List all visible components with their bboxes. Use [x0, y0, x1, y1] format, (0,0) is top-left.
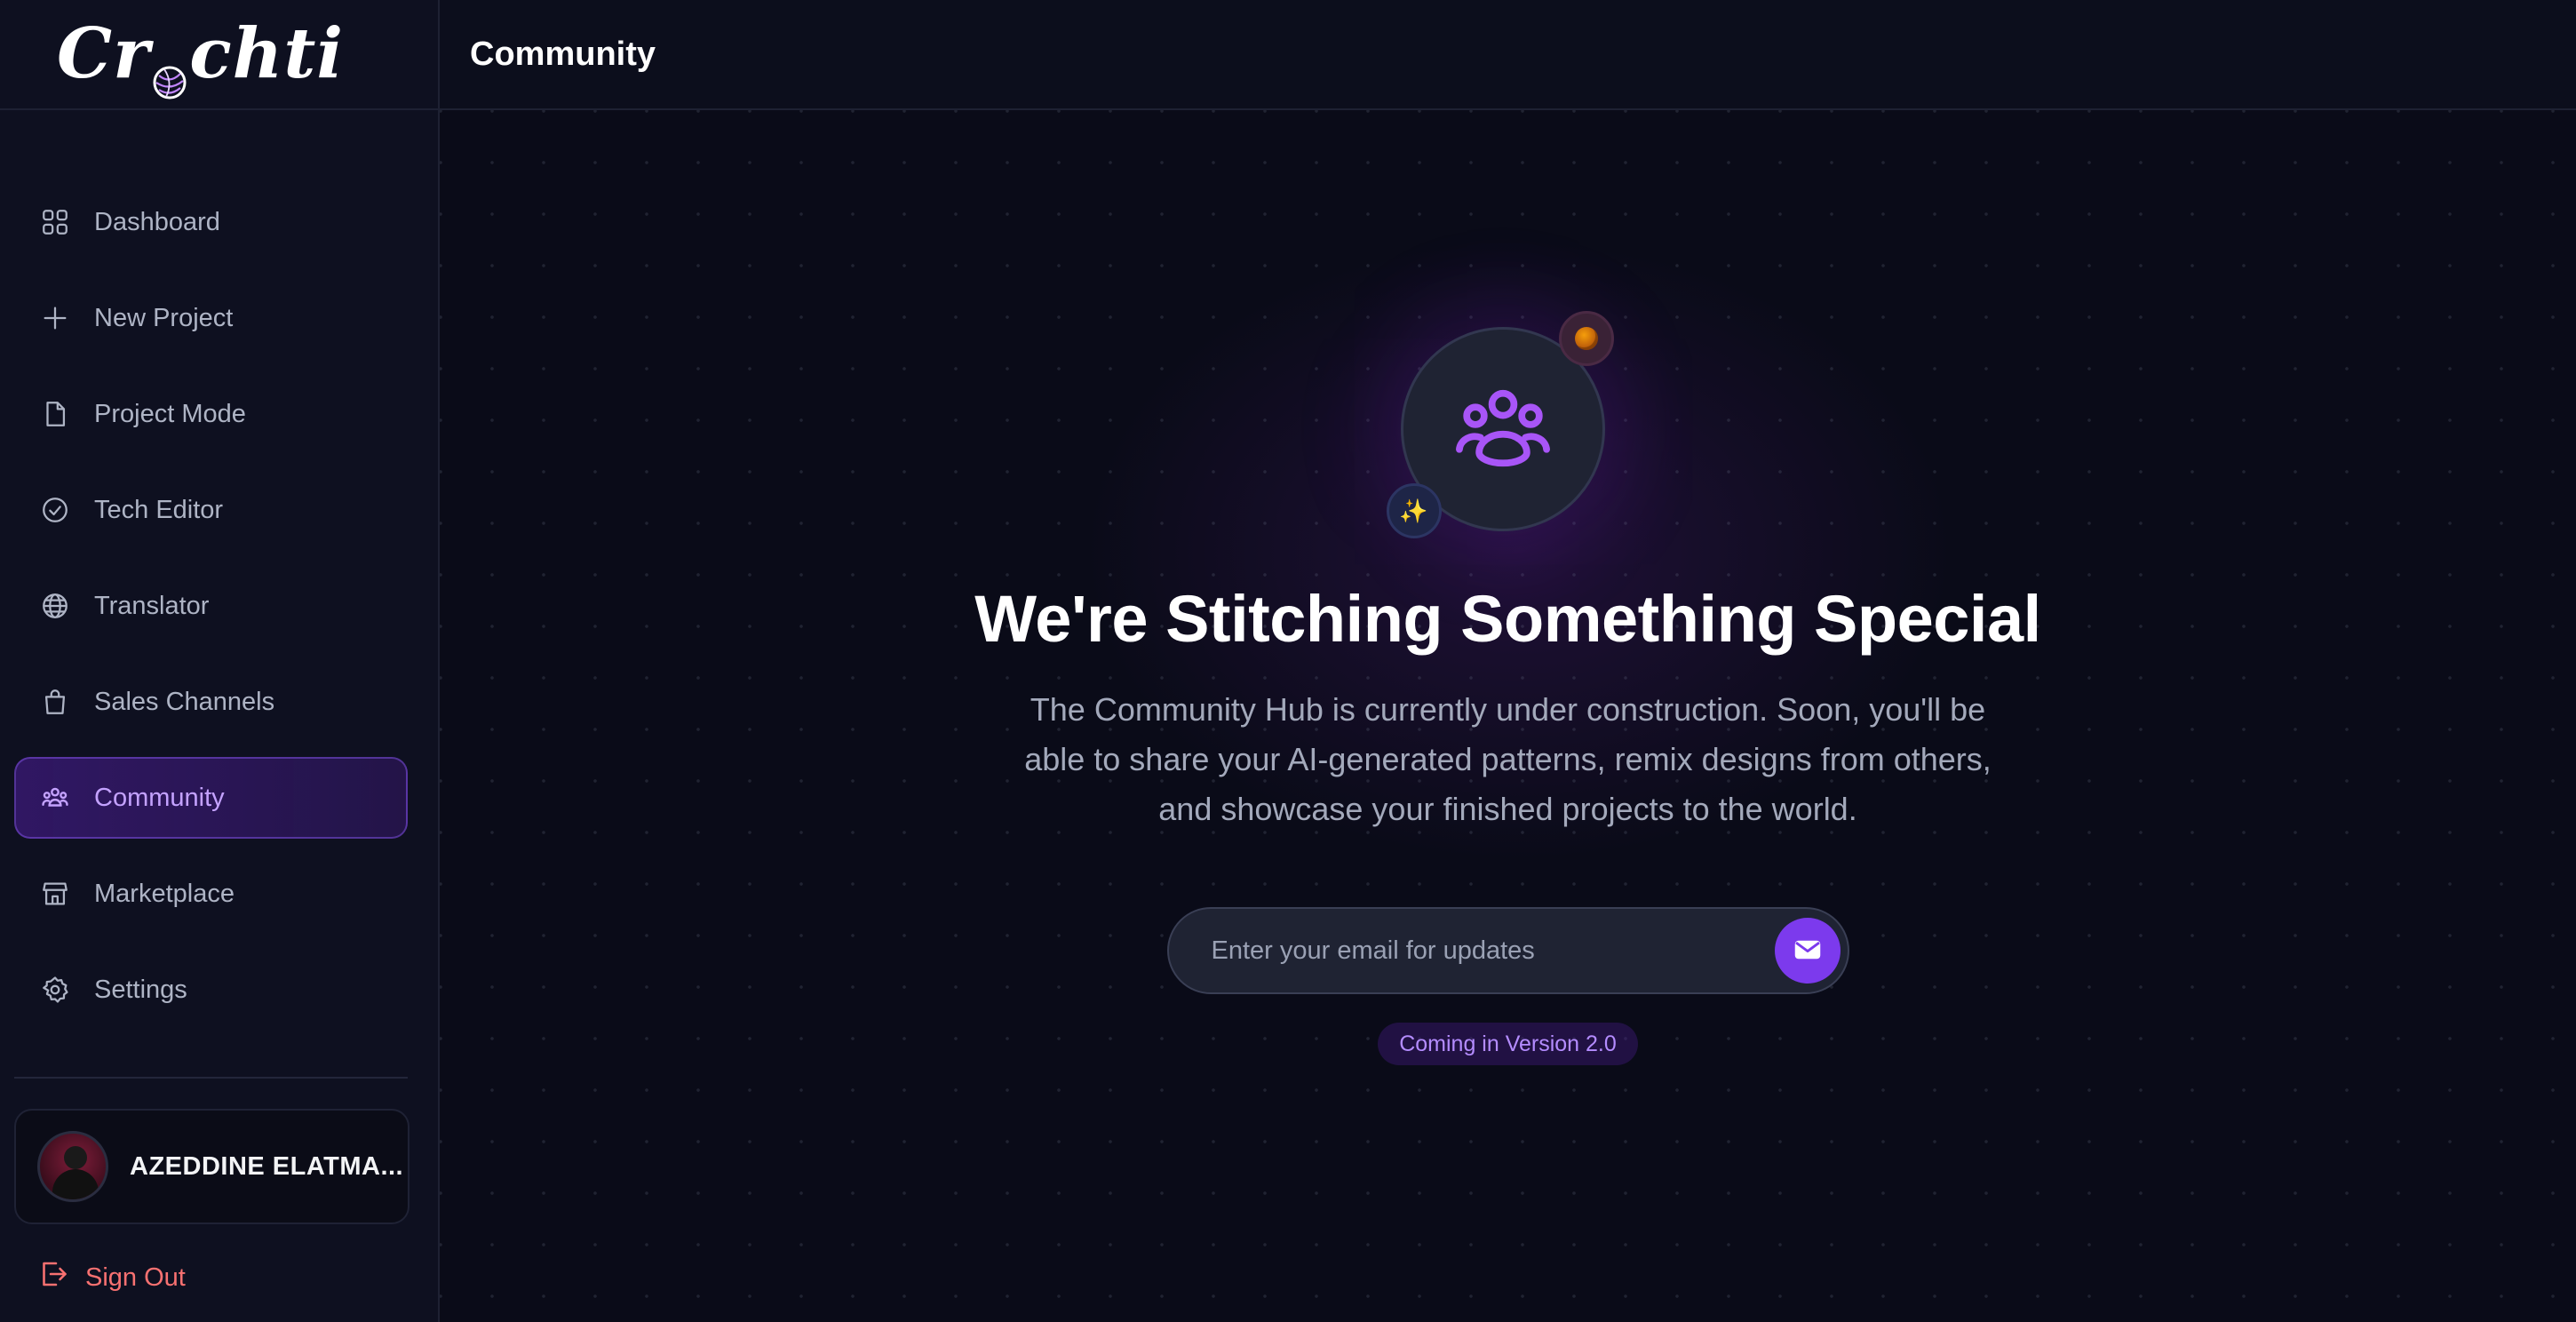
brand: Cr chti — [0, 0, 438, 110]
shopping-bag-icon — [39, 686, 71, 718]
check-circle-icon — [39, 494, 71, 526]
coming-soon-hero: ✨ We're Stitching Something Special The … — [440, 302, 2576, 1065]
sidebar-item-label: Dashboard — [94, 207, 220, 236]
gear-icon — [39, 974, 71, 1006]
page-title: Community — [470, 35, 656, 73]
sign-out-label: Sign Out — [85, 1262, 186, 1292]
hero-title: We're Stitching Something Special — [974, 582, 2041, 656]
user-name: AZEDDINE ELATMA... — [130, 1151, 404, 1181]
brand-name-start: Cr — [57, 13, 151, 94]
sidebar-item-label: Sales Channels — [94, 687, 275, 716]
subscribe-button[interactable] — [1774, 918, 1841, 984]
sidebar-item-sales-channels[interactable]: Sales Channels — [14, 661, 408, 743]
sidebar: Cr chti Dashboard New Project Project Mo… — [0, 0, 440, 1322]
brand-logo[interactable]: Cr chti — [57, 13, 345, 100]
yarn-ball-icon — [152, 43, 187, 100]
users-group-icon — [1448, 372, 1558, 487]
sidebar-item-translator[interactable]: Translator — [14, 565, 408, 647]
sidebar-item-label: Community — [94, 783, 225, 812]
sign-out-icon — [37, 1258, 85, 1297]
email-input[interactable] — [1209, 935, 1775, 967]
app-root: Cr chti Dashboard New Project Project Mo… — [0, 0, 2576, 1322]
grid-icon — [39, 206, 71, 238]
sidebar-item-label: Settings — [94, 975, 187, 1004]
file-icon — [39, 398, 71, 430]
sidebar-item-label: Marketplace — [94, 879, 235, 908]
users-icon — [39, 782, 71, 814]
version-badge: Coming in Version 2.0 — [1378, 1023, 1638, 1065]
email-subscribe-form — [1166, 907, 1849, 994]
sidebar-item-project-mode[interactable]: Project Mode — [14, 373, 408, 455]
avatar — [37, 1131, 108, 1202]
main-content: Community ✨ We're Stitching Something Sp… — [440, 0, 2576, 1322]
sidebar-item-new-project[interactable]: New Project — [14, 277, 408, 359]
sparkles-icon: ✨ — [1399, 497, 1428, 524]
sidebar-item-label: New Project — [94, 303, 234, 332]
sidebar-item-marketplace[interactable]: Marketplace — [14, 853, 408, 935]
sidebar-item-settings[interactable]: Settings — [14, 949, 408, 1031]
sparkles-badge: ✨ — [1386, 483, 1442, 538]
store-icon — [39, 878, 71, 910]
sidebar-item-tech-editor[interactable]: Tech Editor — [14, 469, 408, 551]
hero-illustration: ✨ — [1386, 302, 1614, 538]
brand-name-end: chti — [189, 13, 345, 94]
plus-icon — [39, 302, 71, 334]
sidebar-divider — [14, 1077, 408, 1079]
sidebar-item-label: Tech Editor — [94, 495, 224, 524]
user-profile-card[interactable]: AZEDDINE ELATMA... — [14, 1109, 409, 1224]
sign-out-button[interactable]: Sign Out — [37, 1258, 186, 1297]
mail-icon — [1791, 933, 1825, 969]
top-bar: Community — [440, 0, 2576, 110]
sidebar-item-label: Translator — [94, 591, 210, 620]
sidebar-item-dashboard[interactable]: Dashboard — [14, 181, 408, 263]
globe-icon — [39, 590, 71, 622]
hero-description: The Community Hub is currently under con… — [1024, 691, 1992, 827]
sidebar-item-label: Project Mode — [94, 399, 246, 428]
yarn-ball-icon — [1574, 327, 1598, 350]
sidebar-nav: Dashboard New Project Project Mode Tech … — [0, 110, 438, 1031]
yarn-ball-badge — [1558, 311, 1614, 366]
sidebar-item-community[interactable]: Community — [14, 757, 408, 839]
